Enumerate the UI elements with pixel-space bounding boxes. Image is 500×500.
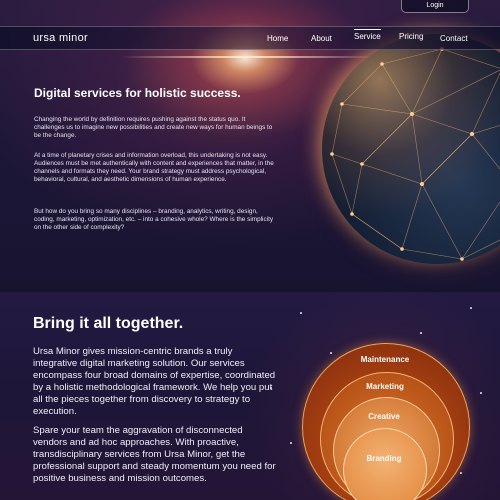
- label-marketing: Marketing: [366, 382, 404, 391]
- service-domains-diagram: Maintenance Marketing Creative Branding: [0, 292, 500, 500]
- network-globe-image: [322, 34, 500, 264]
- nav-contact[interactable]: Contact: [440, 34, 468, 43]
- globe-network-lines: [330, 47, 500, 261]
- login-button[interactable]: Login: [401, 0, 469, 13]
- label-branding: Branding: [366, 454, 402, 463]
- hero-title: Digital services for holistic success.: [34, 86, 241, 100]
- label-maintenance: Maintenance: [360, 355, 410, 364]
- nav-pricing[interactable]: Pricing: [399, 32, 423, 41]
- label-creative: Creative: [368, 412, 400, 421]
- hero-paragraph-1: Changing the world by definition require…: [34, 116, 273, 139]
- bring-together-section: Bring it all together. Ursa Minor gives …: [0, 292, 500, 500]
- nav-about[interactable]: About: [311, 34, 332, 43]
- logo[interactable]: ursa minor: [33, 32, 88, 44]
- nav-home[interactable]: Home: [267, 34, 288, 43]
- nav-service[interactable]: Service: [354, 29, 381, 41]
- hero-paragraph-2: At a time of planetary crises and inform…: [34, 152, 274, 183]
- hero-section: Login ursa minor Home About Service Pric…: [0, 0, 500, 292]
- main-navbar: ursa minor Home About Service Pricing Co…: [0, 26, 500, 50]
- hero-paragraph-3: But how do you bring so many disciplines…: [34, 208, 274, 231]
